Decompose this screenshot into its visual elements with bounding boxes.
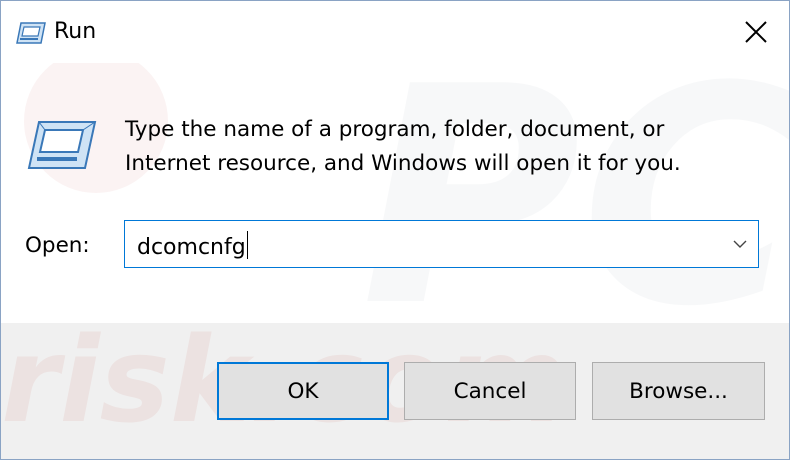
open-input-value: dcomcnfg: [137, 235, 246, 260]
instruction-text: Type the name of a program, folder, docu…: [125, 113, 765, 181]
run-dialog: PC risk.com Run Type the name of a progr…: [0, 0, 790, 460]
open-combobox[interactable]: dcomcnfg: [124, 220, 759, 268]
run-icon: [27, 121, 97, 169]
browse-button[interactable]: Browse...: [592, 362, 765, 420]
text-caret: [246, 231, 248, 259]
instruction-line-2: Internet resource, and Windows will open…: [125, 151, 681, 176]
chevron-down-icon: [733, 240, 747, 248]
title-bar[interactable]: Run: [1, 1, 789, 63]
dropdown-button[interactable]: [722, 221, 758, 267]
ok-button[interactable]: OK: [217, 362, 389, 420]
close-button[interactable]: [723, 1, 789, 63]
open-input[interactable]: dcomcnfg: [137, 231, 248, 260]
run-icon: [16, 22, 46, 44]
watermark-pc: PC: [361, 23, 790, 372]
cancel-button[interactable]: Cancel: [404, 362, 576, 420]
window-title: Run: [54, 19, 97, 44]
instruction-line-1: Type the name of a program, folder, docu…: [125, 117, 665, 142]
open-label: Open:: [25, 233, 90, 258]
close-icon: [745, 21, 767, 43]
